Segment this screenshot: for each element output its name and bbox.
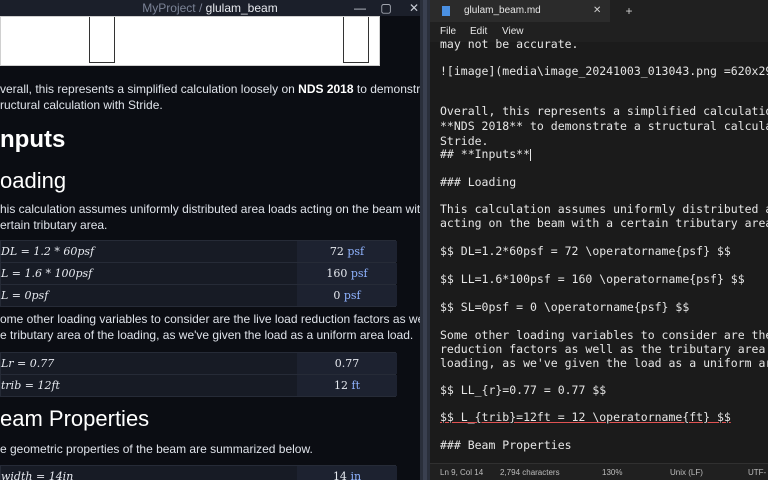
result-unit: ft (351, 379, 361, 392)
equation-lhs: Lr = 0.77 (1, 357, 55, 370)
equation-result: 72 psf (297, 241, 397, 262)
loading-heading: oading (0, 168, 67, 193)
editor-line: may not be accurate. (440, 37, 579, 51)
tab-close-icon[interactable]: ✕ (593, 0, 601, 22)
equation-result: 160 psf (297, 263, 397, 284)
table-row: L = 1.6 * 100psf 160 psf (1, 263, 397, 285)
equation-lhs: width = 14in (1, 470, 74, 480)
overall-paragraph-line2: ructural calculation with Stride. (0, 98, 163, 112)
beam-properties-paragraph: e geometric properties of the beam are s… (0, 442, 313, 456)
editor-line: $$ SL=0psf = 0 \operatorname{psf} $$ (440, 300, 690, 314)
equation-result: 0.77 (297, 353, 397, 374)
editor-line: loading, as we've given the load as a un… (440, 356, 768, 370)
text-editor[interactable]: may not be accurate. ![image](media\imag… (430, 37, 768, 463)
pane-divider-grip[interactable] (423, 0, 427, 480)
editor-line-text: ## **Inputs** (440, 147, 531, 161)
table-row: DL = 1.2 * 60psf 72 psf (1, 241, 397, 263)
beam-diagram-image (0, 16, 380, 66)
editor-line: ![image](media\image_20241003_013043.png… (440, 64, 768, 78)
equation-lhs: L = 1.6 * 100psf (1, 267, 93, 280)
other-variables-paragraph-line2: e tributary area of the loading, as we'v… (0, 328, 414, 342)
loading-paragraph-line2: ertain tributary area. (0, 218, 108, 232)
character-count: 2,794 characters (500, 468, 560, 477)
table-row: L = 0psf 0 psf (1, 285, 397, 306)
beam-support-left (89, 17, 115, 63)
editor-line: $$ DL=1.2*60psf = 72 \operatorname{psf} … (440, 244, 731, 258)
inputs-heading: nputs (0, 126, 66, 153)
equation-result: 14 in (297, 466, 397, 480)
variables-table: Lr = 0.77 0.77 trib = 12ft 12 ft (0, 352, 397, 397)
beam-properties-heading: eam Properties (0, 406, 150, 431)
beam-dimensions-table: width = 14in 14 in (0, 465, 397, 480)
cursor-position[interactable]: Ln 9, Col 14 (440, 464, 483, 480)
tab-bar: glulam_beam.md ✕ + (430, 0, 768, 22)
editor-line: reduction factors as well as the tributa… (440, 342, 768, 356)
editor-line: $$ LL=1.6*100psf = 160 \operatorname{psf… (440, 272, 745, 286)
minimize-button[interactable]: — (350, 0, 370, 16)
encoding[interactable]: UTF- (748, 464, 766, 480)
overall-text-start: verall, this represents a simplified cal… (0, 82, 299, 96)
result-value: 72 (329, 245, 344, 258)
notepad-icon (442, 6, 450, 16)
editor-line: Some other loading variables to consider… (440, 328, 768, 342)
equation-result: 12 ft (297, 375, 397, 396)
editor-line-inputs: ## **Inputs** (440, 147, 532, 161)
file-name[interactable]: glulam_beam (206, 1, 278, 15)
tab-glulam-beam[interactable]: glulam_beam.md ✕ (430, 0, 610, 22)
maximize-button[interactable]: ▢ (376, 0, 396, 16)
pane-divider[interactable] (420, 0, 430, 480)
result-value: 12 (334, 379, 348, 392)
equation-result: 0 psf (297, 285, 397, 306)
table-row: width = 14in 14 in (1, 466, 397, 480)
text-caret (530, 148, 532, 161)
editor-line: $$ L_{trib}=12ft = 12 \operatorname{ft} … (440, 410, 731, 424)
editor-line: ### Loading (440, 175, 517, 189)
editor-line: Stride. (440, 134, 489, 148)
line-ending[interactable]: Unix (LF) (670, 464, 703, 480)
editor-line: **NDS 2018** to demonstrate a structural… (440, 119, 768, 133)
result-value: 0.77 (334, 357, 360, 370)
equation-lhs: trib = 12ft (1, 379, 60, 392)
notepad-window: glulam_beam.md ✕ + File Edit View may no… (430, 0, 768, 480)
result-unit: psf (350, 267, 368, 280)
overall-text-end: to demonstrate a (356, 82, 420, 96)
editor-line: $$ LL_{r}=0.77 = 0.77 $$ (440, 383, 607, 397)
beam-support-right (343, 17, 369, 63)
result-value: 160 (326, 267, 348, 280)
preview-title-bar: MyProject / glulam_beam — ▢ ✕ (0, 0, 420, 16)
equation-lhs: L = 0psf (1, 289, 49, 302)
result-unit: in (350, 470, 362, 480)
status-bar: Ln 9, Col 14 2,794 characters 130% Unix … (430, 463, 768, 480)
tab-label: glulam_beam.md (464, 5, 541, 16)
project-name[interactable]: MyProject (142, 1, 195, 15)
equation-lhs: DL = 1.2 * 60psf (1, 245, 95, 258)
title-separator: / (195, 1, 206, 15)
editor-line: acting on the beam with a certain tribut… (440, 216, 768, 230)
preview-pane: MyProject / glulam_beam — ▢ ✕ verall, th… (0, 0, 420, 480)
load-equations-table: DL = 1.2 * 60psf 72 psf L = 1.6 * 100psf… (0, 240, 397, 307)
table-row: trib = 12ft 12 ft (1, 375, 397, 396)
result-value: 0 (333, 289, 341, 302)
result-unit: psf (343, 289, 361, 302)
editor-line: This calculation assumes uniformly distr… (440, 202, 768, 216)
editor-line: Overall, this represents a simplified ca… (440, 104, 768, 118)
close-button[interactable]: ✕ (404, 0, 420, 16)
overall-bold: NDS 2018 (298, 82, 354, 96)
table-row: Lr = 0.77 0.77 (1, 353, 397, 375)
result-value: 14 (332, 470, 347, 480)
zoom-level[interactable]: 130% (602, 464, 622, 480)
result-unit: psf (347, 245, 365, 258)
editor-line: ### Beam Properties (440, 438, 572, 452)
new-tab-button[interactable]: + (622, 0, 636, 22)
